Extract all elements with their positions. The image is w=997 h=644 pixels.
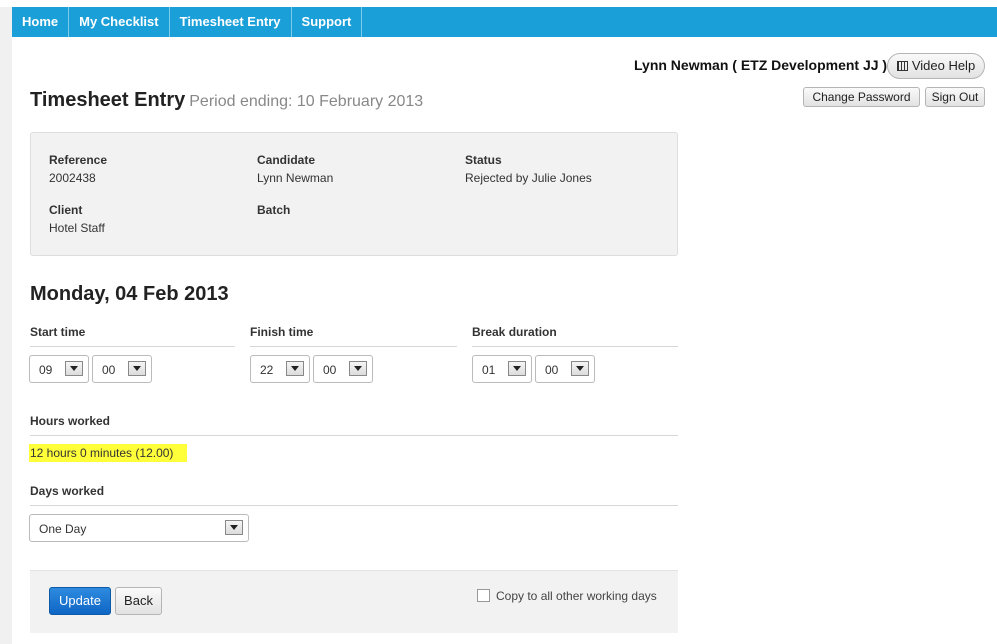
- video-help-button[interactable]: Video Help: [887, 53, 985, 79]
- client-field: Client Hotel Staff: [49, 203, 105, 235]
- start-minute-value: 00: [102, 363, 116, 377]
- client-value: Hotel Staff: [49, 221, 105, 235]
- nav-home[interactable]: Home: [12, 7, 70, 37]
- nav-timesheet-entry[interactable]: Timesheet Entry: [170, 7, 292, 37]
- break-duration-label: Break duration: [472, 325, 678, 347]
- batch-field: Batch: [257, 203, 290, 221]
- days-worked-value: One Day: [39, 522, 87, 536]
- nav-my-checklist[interactable]: My Checklist: [69, 7, 170, 37]
- timesheet-info-panel: [30, 132, 678, 256]
- dropdown-arrow-icon: [286, 361, 304, 376]
- client-label: Client: [49, 203, 83, 217]
- break-hour-select[interactable]: 01: [472, 355, 532, 383]
- start-time-label: Start time: [30, 325, 235, 347]
- user-name: Lynn Newman ( ETZ Development JJ ): [634, 57, 888, 73]
- dropdown-arrow-icon: [349, 361, 367, 376]
- dropdown-arrow-icon: [225, 520, 243, 535]
- dropdown-arrow-icon: [571, 361, 589, 376]
- main-nav: Home My Checklist Timesheet Entry Suppor…: [12, 7, 997, 37]
- finish-hour-select[interactable]: 22: [250, 355, 310, 383]
- finish-hour-value: 22: [260, 363, 274, 377]
- break-minute-select[interactable]: 00: [535, 355, 595, 383]
- start-hour-select[interactable]: 09: [29, 355, 89, 383]
- reference-value: 2002438: [49, 171, 96, 185]
- copy-checkbox-label[interactable]: Copy to all other working days: [496, 589, 657, 603]
- batch-label: Batch: [257, 203, 291, 217]
- candidate-field: Candidate Lynn Newman: [257, 153, 333, 185]
- status-field: Status Rejected by Julie Jones: [465, 153, 592, 185]
- break-minute-value: 00: [545, 363, 559, 377]
- update-button[interactable]: Update: [49, 587, 111, 615]
- dropdown-arrow-icon: [65, 361, 83, 376]
- copy-checkbox[interactable]: [477, 589, 490, 602]
- status-label: Status: [465, 153, 502, 167]
- days-worked-select[interactable]: One Day: [29, 514, 249, 542]
- start-minute-select[interactable]: 00: [92, 355, 152, 383]
- finish-minute-select[interactable]: 00: [313, 355, 373, 383]
- reference-label: Reference: [49, 153, 108, 167]
- change-password-button[interactable]: Change Password: [803, 87, 920, 107]
- video-help-label: Video Help: [911, 58, 976, 73]
- status-value: Rejected by Julie Jones: [465, 171, 592, 185]
- day-title: Monday, 04 Feb 2013: [30, 283, 229, 305]
- hours-worked-value: 12 hours 0 minutes (12.00): [29, 444, 188, 462]
- nav-support[interactable]: Support: [292, 7, 363, 37]
- days-worked-label: Days worked: [30, 484, 678, 506]
- finish-minute-value: 00: [323, 363, 337, 377]
- page-title-text: Timesheet Entry: [30, 89, 186, 111]
- start-hour-value: 09: [39, 363, 53, 377]
- dropdown-arrow-icon: [508, 361, 526, 376]
- reference-field: Reference 2002438: [49, 153, 107, 185]
- candidate-value: Lynn Newman: [257, 171, 334, 185]
- page-title: Timesheet Entry Period ending: 10 Februar…: [30, 89, 423, 112]
- back-button[interactable]: Back: [115, 587, 162, 615]
- finish-time-label: Finish time: [250, 325, 457, 347]
- film-icon: [896, 61, 908, 71]
- dropdown-arrow-icon: [128, 361, 146, 376]
- period-ending: Period ending: 10 February 2013: [189, 93, 424, 110]
- hours-worked-label: Hours worked: [30, 414, 678, 436]
- candidate-label: Candidate: [257, 153, 316, 167]
- break-hour-value: 01: [482, 363, 496, 377]
- sign-out-button[interactable]: Sign Out: [925, 87, 985, 107]
